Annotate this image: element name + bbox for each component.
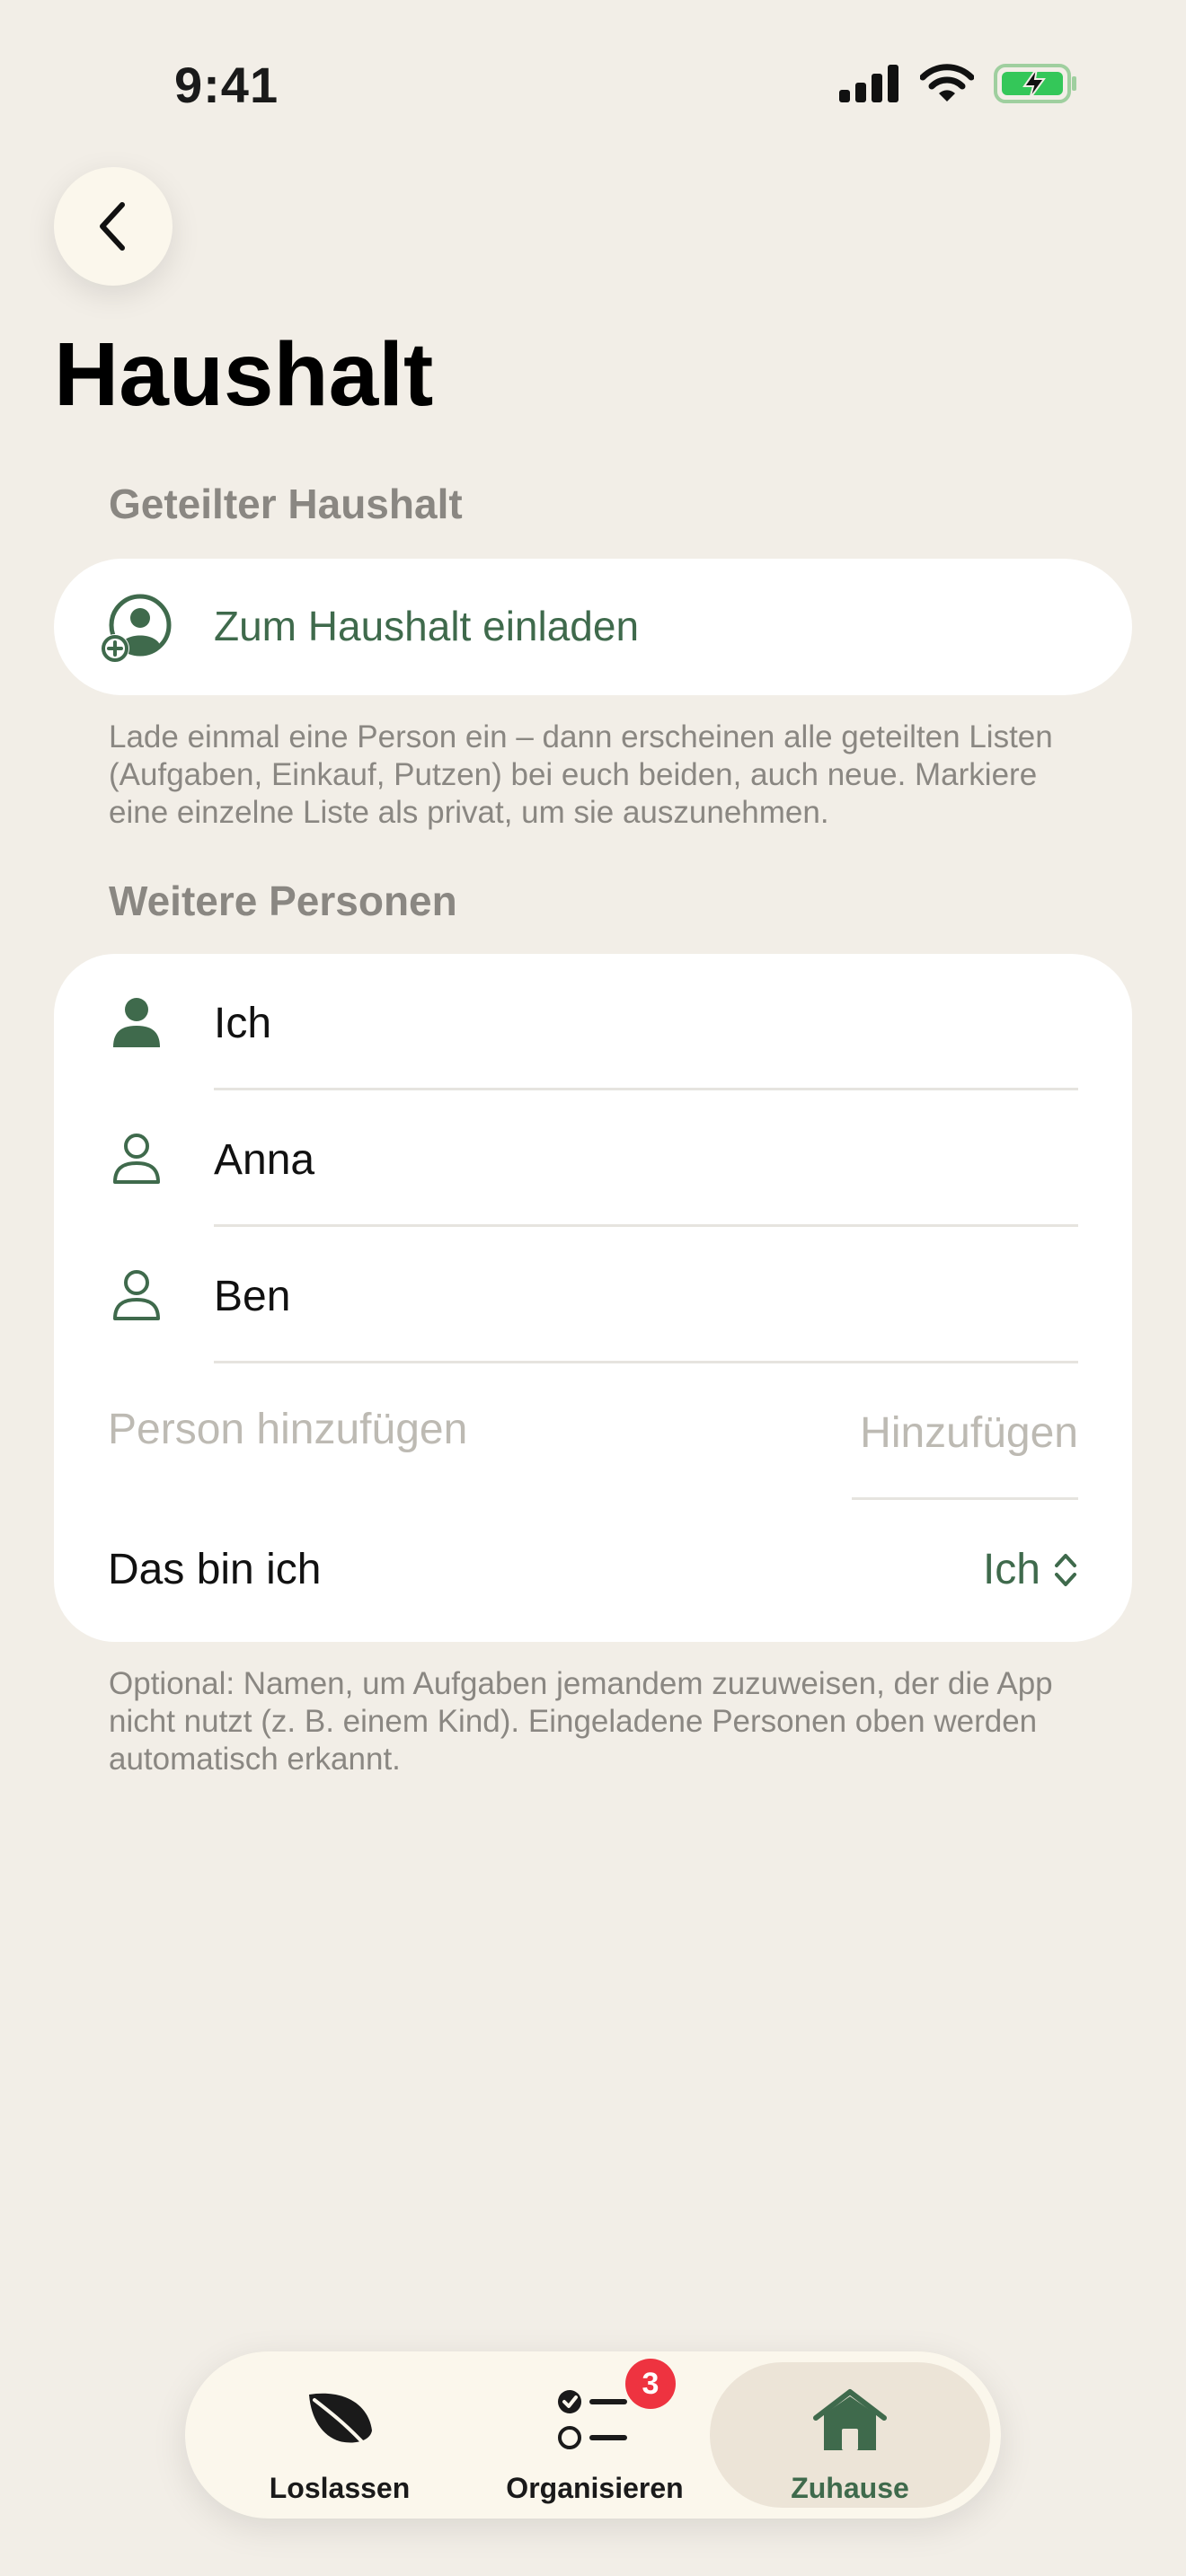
battery-charging-icon: [994, 64, 1076, 103]
more-people-note: Optional: Namen, um Aufgaben jemandem zu…: [109, 1666, 1053, 1777]
status-bar: 9:41: [0, 0, 1186, 171]
person-name: Ich: [214, 1000, 272, 1047]
shared-household-note: Lade einmal eine Person ein – dann ersch…: [109, 719, 1053, 830]
tab-label: Zuhause: [791, 2472, 909, 2504]
me-selector-row[interactable]: Das bin ich Ich: [54, 1500, 1132, 1636]
person-row-anna[interactable]: Anna: [54, 1090, 1132, 1227]
invite-household-label: Zum Haushalt einladen: [214, 603, 640, 649]
section-header-shared: Geteilter Haushalt: [109, 481, 463, 527]
chevron-up-down-icon: [1055, 1553, 1076, 1586]
person-name: Ben: [214, 1273, 291, 1320]
tab-label: Loslassen: [269, 2472, 411, 2504]
me-label: Das bin ich: [108, 1546, 322, 1593]
people-card: Ich Anna Ben Hinzufügen Das bin ich Ich: [54, 954, 1132, 1642]
person-outline-icon: [113, 1270, 160, 1320]
add-person-button[interactable]: Hinzufügen: [860, 1408, 1078, 1458]
person-outline-icon: [113, 1134, 160, 1184]
me-picker[interactable]: Ich: [983, 1545, 1078, 1594]
wifi-icon: [920, 64, 974, 101]
tab-loslassen[interactable]: Loslassen: [212, 2362, 467, 2508]
back-button[interactable]: [54, 167, 173, 286]
cellular-signal-icon: [839, 65, 898, 102]
tab-organisieren[interactable]: 3 Organisieren: [467, 2359, 722, 2508]
tab-label: Organisieren: [506, 2472, 684, 2504]
leaf-icon: [309, 2393, 372, 2448]
checklist-icon: [558, 2390, 627, 2449]
person-add-icon: [101, 594, 172, 663]
person-fill-icon: [113, 998, 160, 1047]
tab-zuhause[interactable]: Zuhause: [710, 2362, 990, 2508]
notification-badge: 3: [625, 2359, 676, 2409]
invite-household-button[interactable]: Zum Haushalt einladen: [54, 559, 1132, 695]
page-title: Haushalt: [54, 324, 434, 425]
section-header-more-people: Weitere Personen: [109, 878, 457, 924]
person-name: Anna: [214, 1136, 315, 1184]
person-row-ich[interactable]: Ich: [54, 954, 1132, 1090]
chevron-left-icon: [100, 202, 125, 251]
person-row-ben[interactable]: Ben: [54, 1227, 1132, 1363]
add-person-row: Hinzufügen: [54, 1363, 1132, 1500]
add-person-input[interactable]: [108, 1405, 647, 1454]
me-picker-value: Ich: [982, 1546, 1040, 1593]
house-icon: [813, 2389, 887, 2450]
status-icons: [839, 63, 1078, 104]
tab-bar: Loslassen 3 Organisieren Zuhause: [185, 2351, 1001, 2519]
status-time: 9:41: [174, 57, 279, 113]
